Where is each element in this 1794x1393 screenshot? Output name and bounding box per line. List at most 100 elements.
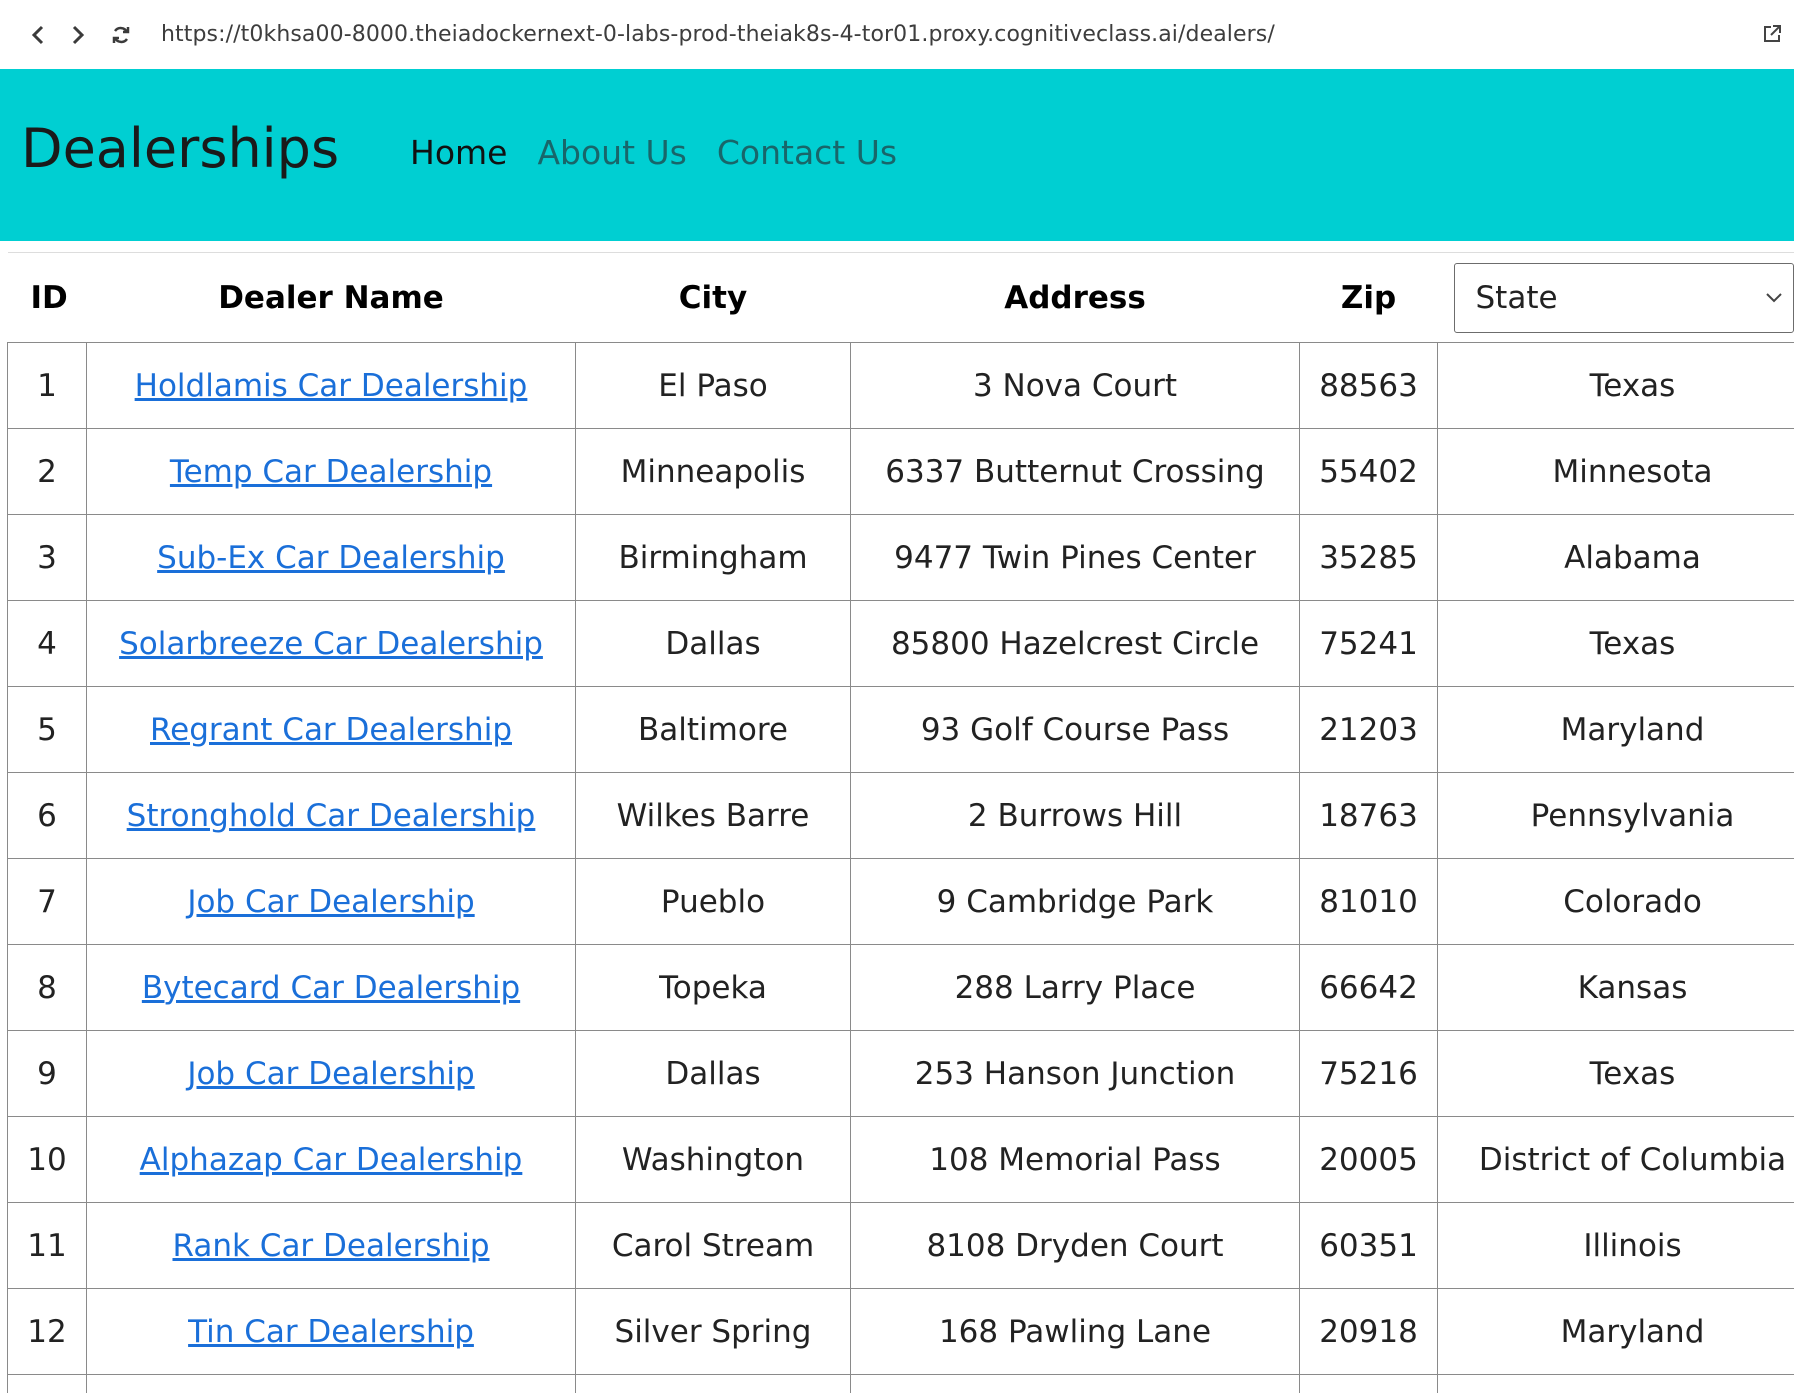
table-cell [1437, 1374, 1794, 1393]
cell-id: 11 [7, 1202, 87, 1289]
cell-state: District of Columbia [1437, 1116, 1794, 1203]
cell-dealer-name: Rank Car Dealership [86, 1202, 576, 1289]
address-bar[interactable]: https://t0khsa00-8000.theiadockernext-0-… [161, 22, 1275, 47]
cell-city: Wilkes Barre [575, 772, 851, 859]
cell-id: 1 [7, 342, 87, 429]
dealer-link[interactable]: Regrant Car Dealership [150, 712, 512, 748]
cell-zip: 20918 [1299, 1288, 1438, 1375]
cell-address: 288 Larry Place [850, 944, 1300, 1031]
table-cell [575, 1374, 851, 1393]
cell-state: Pennsylvania [1437, 772, 1794, 859]
cell-address: 8108 Dryden Court [850, 1202, 1300, 1289]
reload-button[interactable] [101, 15, 141, 55]
dealer-link[interactable]: Alphazap Car Dealership [140, 1142, 523, 1178]
table-cell [86, 1374, 576, 1393]
cell-id: 3 [7, 514, 87, 601]
cell-id: 8 [7, 944, 87, 1031]
dealer-link[interactable]: Holdlamis Car Dealership [135, 368, 528, 404]
cell-city: Birmingham [575, 514, 851, 601]
cell-state: Kansas [1437, 944, 1794, 1031]
cell-address: 253 Hanson Junction [850, 1030, 1300, 1117]
cell-id: 4 [7, 600, 87, 687]
table-row: 10 Alphazap Car Dealership Washington 108 M… [7, 1116, 1794, 1203]
header-address: Address [850, 252, 1300, 343]
cell-dealer-name: Regrant Car Dealership [86, 686, 576, 773]
nav-link-home[interactable]: Home [410, 133, 507, 172]
reload-icon [112, 26, 130, 43]
cell-zip: 21203 [1299, 686, 1438, 773]
cell-city: El Paso [575, 342, 851, 429]
cell-state: Maryland [1437, 686, 1794, 773]
cell-dealer-name: Bytecard Car Dealership [86, 944, 576, 1031]
nav-link-contact-us[interactable]: Contact Us [717, 133, 897, 172]
cell-id: 6 [7, 772, 87, 859]
nav-links: Home About Us Contact Us [410, 133, 927, 172]
cell-dealer-name: Sub-Ex Car Dealership [86, 514, 576, 601]
table-row: 9 Job Car Dealership Dallas 253 Hanson Junc… [7, 1030, 1794, 1117]
cell-zip: 35285 [1299, 514, 1438, 601]
dealer-link[interactable]: Temp Car Dealership [170, 454, 492, 490]
cell-address: 168 Pawling Lane [850, 1288, 1300, 1375]
cell-dealer-name: Alphazap Car Dealership [86, 1116, 576, 1203]
cell-zip: 18763 [1299, 772, 1438, 859]
cell-id: 7 [7, 858, 87, 945]
header-city: City [575, 252, 851, 343]
back-button[interactable] [18, 15, 58, 55]
state-filter-selected: State [1475, 279, 1558, 316]
dealer-link[interactable]: Job Car Dealership [187, 1056, 474, 1092]
table-row: 11 Rank Car Dealership Carol Stream 8108 Dr… [7, 1202, 1794, 1289]
cell-id: 5 [7, 686, 87, 773]
cell-dealer-name: Stronghold Car Dealership [86, 772, 576, 859]
dealer-link[interactable]: Rank Car Dealership [172, 1228, 489, 1264]
cell-city: Topeka [575, 944, 851, 1031]
cell-city: Silver Spring [575, 1288, 851, 1375]
dealer-link[interactable]: Tin Car Dealership [188, 1314, 474, 1350]
chevron-left-icon [31, 25, 44, 44]
nav-link-about-us[interactable]: About Us [537, 133, 686, 172]
table-row: 2 Temp Car Dealership Minneapolis 6337 Butt… [7, 428, 1794, 515]
table-cell [7, 1374, 87, 1393]
cell-city: Minneapolis [575, 428, 851, 515]
table-row: 3 Sub-Ex Car Dealership Birmingham 9477 Twi… [7, 514, 1794, 601]
open-external-button[interactable] [1758, 20, 1786, 48]
cell-state: Colorado [1437, 858, 1794, 945]
header-dealer-name: Dealer Name [86, 252, 576, 343]
cell-city: Baltimore [575, 686, 851, 773]
cell-dealer-name: Job Car Dealership [86, 858, 576, 945]
cell-state: Illinois [1437, 1202, 1794, 1289]
cell-address: 93 Golf Course Pass [850, 686, 1300, 773]
brand-link[interactable]: Dealerships [21, 117, 339, 180]
cell-state: Minnesota [1437, 428, 1794, 515]
dealer-link[interactable]: Job Car Dealership [187, 884, 474, 920]
cell-id: 2 [7, 428, 87, 515]
cell-dealer-name: Tin Car Dealership [86, 1288, 576, 1375]
cell-state: Texas [1437, 600, 1794, 687]
dealer-link[interactable]: Solarbreeze Car Dealership [119, 626, 543, 662]
table-body: 1 Holdlamis Car Dealership El Paso 3 Nova C… [7, 342, 1794, 1393]
cell-id: 12 [7, 1288, 87, 1375]
table-row: 12 Tin Car Dealership Silver Spring 168 Paw… [7, 1288, 1794, 1375]
cell-dealer-name: Holdlamis Car Dealership [86, 342, 576, 429]
table-cell [850, 1374, 1300, 1393]
chevron-down-icon [1765, 292, 1782, 302]
dealer-link[interactable]: Stronghold Car Dealership [127, 798, 536, 834]
cell-zip: 75216 [1299, 1030, 1438, 1117]
forward-button[interactable] [58, 15, 98, 55]
cell-address: 85800 Hazelcrest Circle [850, 600, 1300, 687]
cell-city: Washington [575, 1116, 851, 1203]
cell-dealer-name: Job Car Dealership [86, 1030, 576, 1117]
dealers-table: ID Dealer Name City Address Zip State 1 H… [7, 252, 1794, 1393]
cell-address: 108 Memorial Pass [850, 1116, 1300, 1203]
cell-city: Dallas [575, 1030, 851, 1117]
dealer-link[interactable]: Sub-Ex Car Dealership [157, 540, 505, 576]
table-row: 8 Bytecard Car Dealership Topeka 288 Larry … [7, 944, 1794, 1031]
cell-zip: 55402 [1299, 428, 1438, 515]
cell-state: Texas [1437, 342, 1794, 429]
cell-zip: 75241 [1299, 600, 1438, 687]
cell-state: Maryland [1437, 1288, 1794, 1375]
cell-city: Dallas [575, 600, 851, 687]
state-filter-select[interactable]: State [1453, 262, 1794, 333]
site-navbar: Dealerships Home About Us Contact Us [0, 69, 1794, 241]
dealer-link[interactable]: Bytecard Car Dealership [142, 970, 520, 1006]
header-state: State [1437, 252, 1794, 343]
